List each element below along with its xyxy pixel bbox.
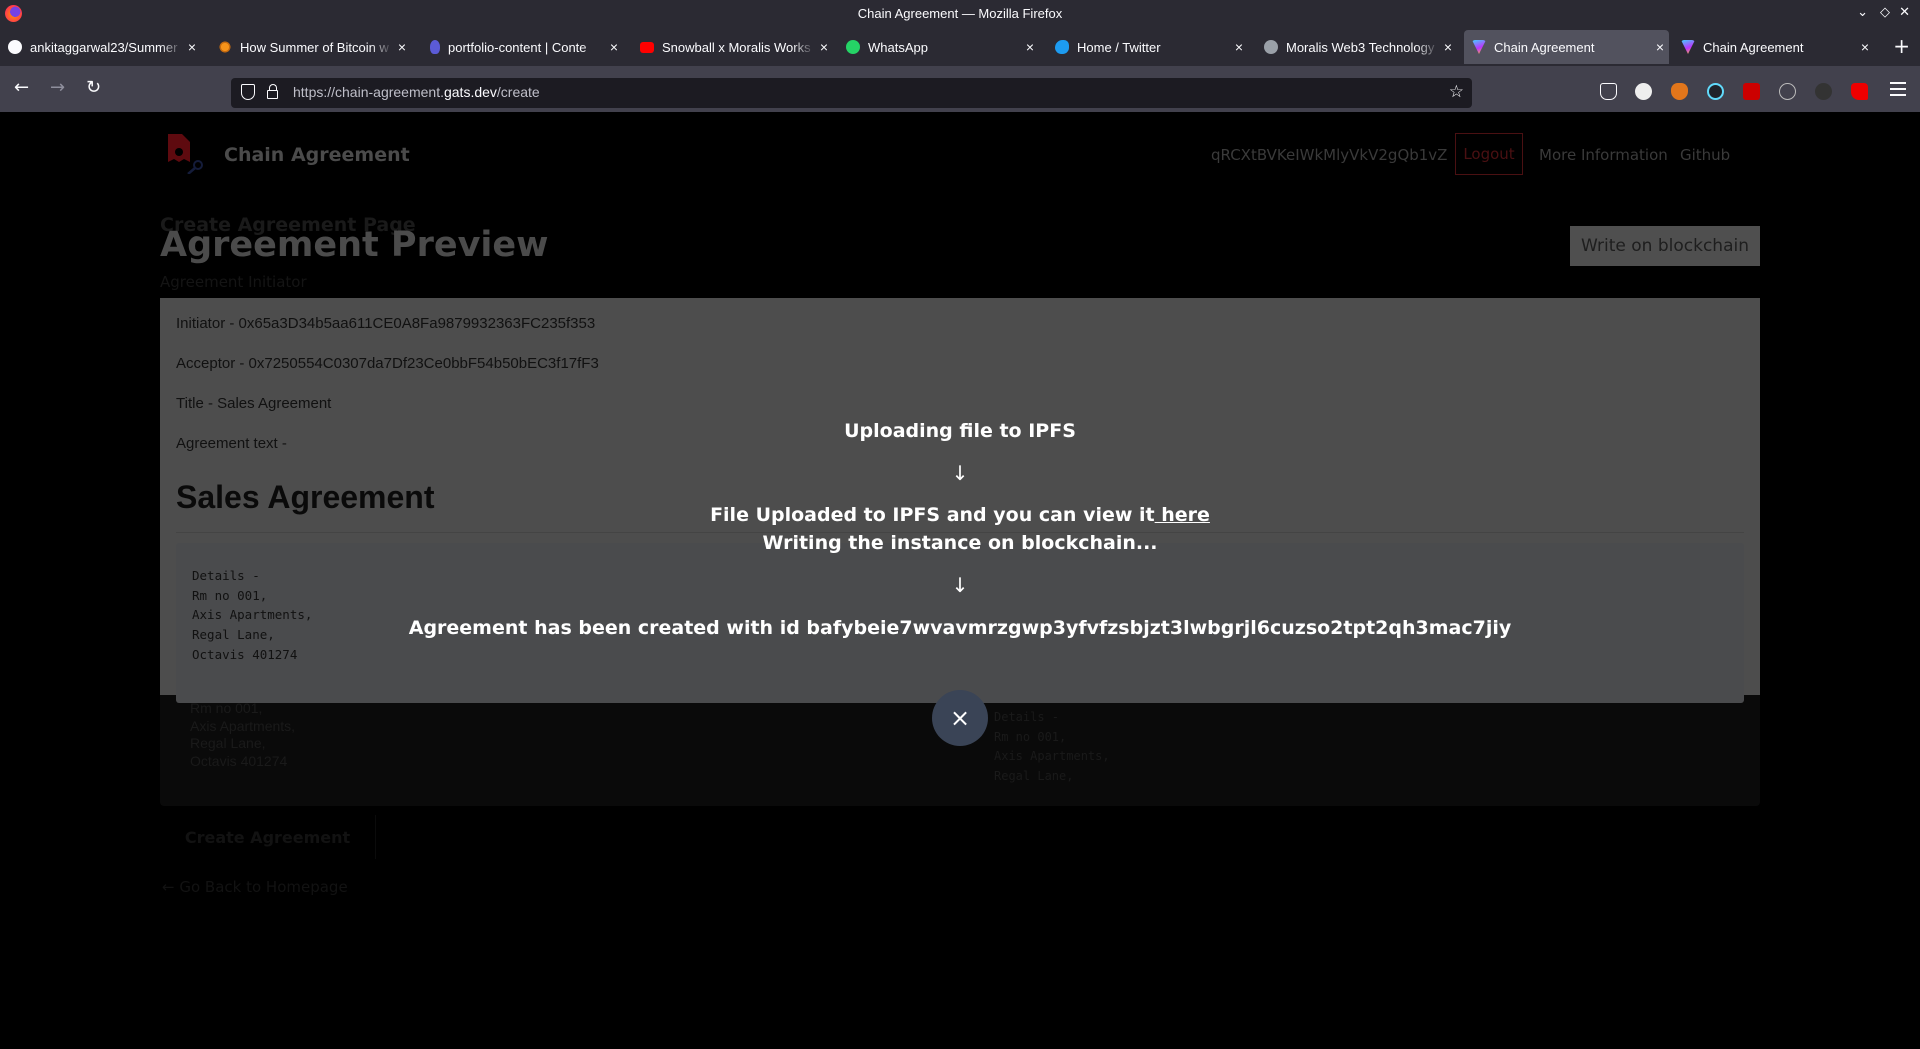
tab-summer-of-bitcoin[interactable]: How Summer of Bitcoin w ×: [210, 30, 411, 64]
arrow-down-icon: ↓: [951, 461, 969, 485]
tab-close-icon[interactable]: ×: [1439, 39, 1457, 55]
go-back-homepage-link[interactable]: ← Go Back to Homepage: [162, 878, 348, 896]
url-bar[interactable]: https://chain-agreement.gats.dev/create …: [231, 78, 1472, 108]
tab-label: How Summer of Bitcoin w: [240, 39, 389, 55]
tab-close-icon[interactable]: ×: [393, 39, 411, 55]
url-prefix: https://chain-agreement.: [293, 84, 444, 100]
background-details-right: Details - Rm no 001, Axis Apartments, Re…: [994, 710, 1110, 783]
vite-icon: [1472, 40, 1486, 54]
tab-label: Snowball x Moralis Works: [662, 39, 811, 55]
tab-youtube[interactable]: Snowball x Moralis Works ×: [632, 30, 833, 64]
window-title: Chain Agreement — Mozilla Firefox: [857, 6, 1063, 21]
logout-button[interactable]: Logout: [1455, 133, 1523, 175]
lock-icon[interactable]: [267, 84, 278, 99]
tab-moralis[interactable]: Moralis Web3 Technology ×: [1256, 30, 1457, 64]
tab-label: Moralis Web3 Technology: [1286, 39, 1435, 55]
arrow-down-icon: ↓: [951, 573, 969, 597]
tab-github[interactable]: ankitaggarwal23/Summer ×: [0, 30, 201, 64]
url-text[interactable]: https://chain-agreement.gats.dev/create: [293, 84, 540, 100]
more-information-link[interactable]: More Information: [1539, 146, 1668, 164]
whatsapp-icon: [846, 40, 860, 54]
tab-chain-agreement[interactable]: Chain Agreement ×: [1673, 30, 1874, 64]
url-domain: gats.dev: [443, 84, 497, 100]
undo-icon[interactable]: [1815, 83, 1832, 100]
write-on-blockchain-button[interactable]: Write on blockchain: [1570, 226, 1760, 266]
tab-label: Chain Agreement: [1494, 39, 1595, 55]
tracking-protection-icon[interactable]: [241, 84, 255, 100]
tab-whatsapp[interactable]: WhatsApp ×: [838, 30, 1039, 64]
agreement-title: Title - Sales Agreement: [176, 395, 332, 412]
twitter-icon: [1055, 40, 1069, 54]
create-agreement-button[interactable]: Create Agreement: [160, 815, 376, 859]
tab-close-icon[interactable]: ×: [815, 39, 833, 55]
youtube-ext-icon[interactable]: [1851, 83, 1868, 100]
agreement-preview-title: Agreement Preview: [160, 225, 549, 265]
close-window-icon[interactable]: ✕: [1899, 5, 1910, 20]
tab-label: Chain Agreement: [1703, 39, 1804, 55]
brand-name[interactable]: Chain Agreement: [224, 144, 410, 166]
tab-twitter[interactable]: Home / Twitter ×: [1047, 30, 1248, 64]
magic-wand-icon[interactable]: [1743, 83, 1760, 100]
tab-close-icon[interactable]: ×: [1021, 39, 1039, 55]
url-path: /create: [496, 84, 540, 100]
summer-of-bitcoin-icon: [218, 40, 232, 54]
close-icon: ×: [949, 704, 971, 732]
initiator-address: Initiator - 0x65a3D34b5aa611CE0A8Fa98799…: [176, 315, 596, 332]
user-id: qRCXtBVKeIWkMlyVkV2gQb1vZ: [1211, 146, 1448, 164]
acceptor-address: Acceptor - 0x7250554C0307da7Df23Ce0bbF54…: [176, 355, 599, 372]
portfolio-icon: [430, 40, 440, 54]
github-icon: [8, 40, 22, 54]
tab-portfolio[interactable]: portfolio-content | Conte ×: [422, 30, 623, 64]
tab-close-icon[interactable]: ×: [1856, 39, 1874, 55]
tab-close-icon[interactable]: ×: [1230, 39, 1248, 55]
status-uploaded-text: File Uploaded to IPFS and you can view i…: [710, 504, 1155, 526]
react-devtools-icon[interactable]: [1707, 83, 1724, 100]
status-uploaded: File Uploaded to IPFS and you can view i…: [0, 504, 1920, 526]
hamburger-menu-icon[interactable]: [1890, 82, 1906, 96]
bookmark-star-icon[interactable]: ☆: [1449, 82, 1464, 102]
pocket-icon[interactable]: [1600, 83, 1617, 100]
reload-button[interactable]: ↻: [86, 77, 101, 98]
tab-label: portfolio-content | Conte: [448, 39, 587, 55]
tab-chain-agreement-active[interactable]: Chain Agreement ×: [1464, 30, 1669, 64]
window-titlebar: Chain Agreement — Mozilla Firefox ⌄ ◇ ✕: [0, 0, 1920, 28]
tab-close-icon[interactable]: ×: [1651, 39, 1669, 55]
tab-bar: ankitaggarwal23/Summer × How Summer of B…: [0, 28, 1920, 66]
cookie-icon[interactable]: [1779, 83, 1796, 100]
tab-close-icon[interactable]: ×: [605, 39, 623, 55]
moralis-icon: [1264, 40, 1278, 54]
chain-agreement-logo-icon: [168, 134, 203, 174]
status-uploading: Uploading file to IPFS: [844, 420, 1076, 442]
new-tab-button[interactable]: +: [1893, 34, 1910, 58]
youtube-icon: [640, 41, 654, 53]
tab-label: Home / Twitter: [1077, 39, 1161, 55]
close-modal-button[interactable]: ×: [932, 690, 988, 746]
grammarly-icon[interactable]: [1635, 83, 1652, 100]
github-link[interactable]: Github: [1680, 146, 1730, 164]
vite-icon: [1681, 40, 1695, 54]
metamask-icon[interactable]: [1671, 83, 1688, 100]
status-created: Agreement has been created with id bafyb…: [408, 617, 1512, 639]
forward-button[interactable]: →: [50, 77, 65, 98]
agreement-initiator-label: Agreement Initiator: [160, 273, 307, 291]
maximize-icon[interactable]: ◇: [1880, 5, 1890, 20]
tab-close-icon[interactable]: ×: [183, 39, 201, 55]
tab-label: ankitaggarwal23/Summer: [30, 39, 178, 55]
status-writing: Writing the instance on blockchain...: [762, 532, 1158, 554]
background-details-left: Rm no 001, Axis Apartments, Regal Lane, …: [190, 700, 296, 769]
minimize-icon[interactable]: ⌄: [1857, 5, 1868, 20]
tab-label: WhatsApp: [868, 39, 928, 55]
back-button[interactable]: ←: [14, 77, 29, 98]
ipfs-view-link[interactable]: here: [1155, 504, 1210, 526]
